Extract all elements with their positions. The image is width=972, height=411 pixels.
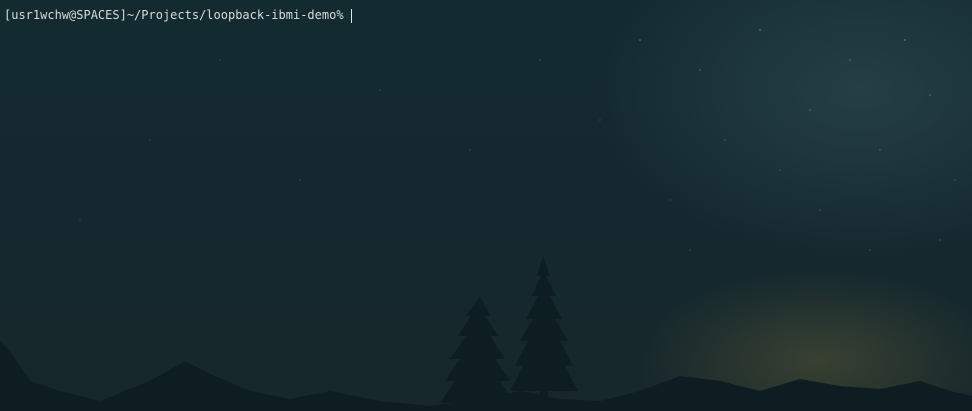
text-cursor-icon	[350, 8, 352, 23]
mountain-silhouette	[0, 256, 972, 411]
shell-prompt: [usr1wchw@SPACES]~/Projects/loopback-ibm…	[4, 8, 344, 22]
prompt-line[interactable]: [usr1wchw@SPACES]~/Projects/loopback-ibm…	[4, 8, 352, 23]
starry-sky-background	[79, 29, 956, 251]
terminal-window[interactable]: [usr1wchw@SPACES]~/Projects/loopback-ibm…	[0, 0, 972, 411]
